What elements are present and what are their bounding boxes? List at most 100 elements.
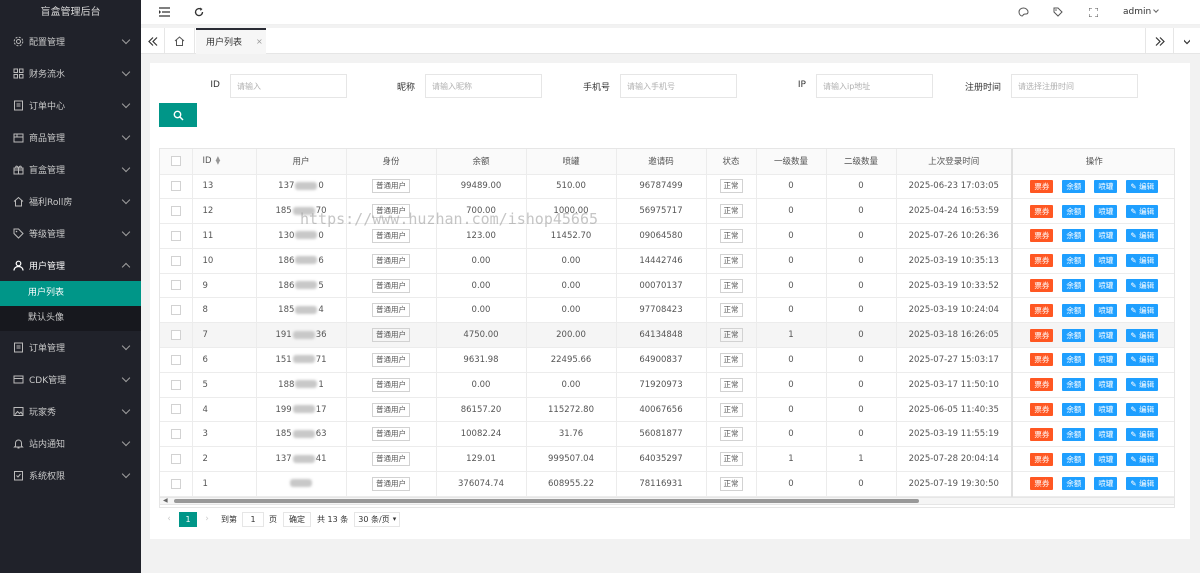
table-row[interactable]: 11 130 0 普通用户 123.00 11452.70 09064580 正常 0 0 2025… — [160, 223, 1174, 249]
edit-button[interactable]: ✎ 编辑 — [1126, 427, 1159, 441]
edit-button[interactable]: ✎ 编辑 — [1126, 403, 1159, 417]
sidebar-item-3[interactable]: 商品管理 — [0, 121, 141, 153]
spray-button[interactable]: 喷罐 — [1094, 378, 1118, 392]
scroll-thumb[interactable] — [174, 499, 919, 503]
next-page-icon[interactable]: › — [197, 514, 217, 524]
ticket-button[interactable]: 票券 — [1030, 204, 1054, 218]
table-row[interactable]: 7 191 36 普通用户 4750.00 200.00 64134848 正常 1 0 2025-… — [160, 322, 1174, 349]
row-checkbox[interactable] — [170, 404, 181, 415]
balance-button[interactable]: 余额 — [1062, 279, 1086, 293]
id-input[interactable] — [230, 74, 347, 98]
balance-button[interactable]: 余额 — [1062, 378, 1086, 392]
table-row[interactable]: 6 151 71 普通用户 9631.98 22495.66 64900837 正常 0 0 202… — [160, 347, 1174, 373]
table-row[interactable]: 4 199 17 普通用户 86157.20 115272.80 40067656 正常 0 0 2… — [160, 397, 1174, 423]
prev-page-icon[interactable]: ‹ — [159, 514, 179, 524]
sidebar-item-5[interactable]: 福利Roll房 — [0, 185, 141, 217]
sidebar-item-1[interactable]: 财务流水 — [0, 57, 141, 89]
sidebar-item-9[interactable]: CDK管理 — [0, 363, 141, 395]
sort-icon[interactable]: ▲ ▼ — [216, 155, 221, 165]
row-checkbox[interactable] — [170, 354, 181, 365]
sidebar-item-6[interactable]: 等级管理 — [0, 217, 141, 249]
scroll-left-icon[interactable]: ◀ — [163, 497, 168, 504]
row-checkbox[interactable] — [170, 305, 181, 316]
sidebar-subitem-0[interactable]: 用户列表 — [0, 281, 141, 306]
sidebar-item-10[interactable]: 玩家秀 — [0, 395, 141, 427]
balance-button[interactable]: 余额 — [1062, 427, 1086, 441]
ticket-button[interactable]: 票券 — [1030, 477, 1054, 491]
spray-button[interactable]: 喷罐 — [1094, 403, 1118, 417]
spray-button[interactable]: 喷罐 — [1094, 452, 1118, 466]
theme-icon[interactable] — [1017, 6, 1029, 18]
column-id[interactable]: ID ▲ ▼ — [192, 149, 257, 175]
regtime-input[interactable] — [1011, 74, 1138, 98]
spray-button[interactable]: 喷罐 — [1094, 254, 1118, 268]
edit-button[interactable]: ✎ 编辑 — [1126, 204, 1159, 218]
balance-button[interactable]: 余额 — [1062, 179, 1086, 193]
ticket-button[interactable]: 票券 — [1030, 179, 1054, 193]
ticket-button[interactable]: 票券 — [1030, 279, 1054, 293]
tabs-scroll-left-icon[interactable] — [141, 28, 165, 54]
table-row[interactable]: 1 普通用户 376074.74 608955.22 78116931 正常 0 0 2025-… — [160, 471, 1174, 497]
table-row[interactable]: 10 186 6 普通用户 0.00 0.00 14442746 正常 0 0 2025-03-19… — [160, 248, 1174, 274]
sidebar-item-0[interactable]: 配置管理 — [0, 25, 141, 57]
table-row[interactable]: 3 185 63 普通用户 10082.24 31.76 56081877 正常 0 0 2025-… — [160, 421, 1174, 448]
tabs-scroll-right-icon[interactable] — [1145, 28, 1173, 54]
table-row[interactable]: 13 137 0 普通用户 99489.00 510.00 96787499 正常 0 0 2025… — [160, 174, 1174, 200]
sidebar-item-11[interactable]: 站内通知 — [0, 427, 141, 459]
ticket-button[interactable]: 票券 — [1030, 254, 1054, 268]
balance-button[interactable]: 余额 — [1062, 452, 1086, 466]
refresh-icon[interactable] — [193, 6, 205, 18]
home-icon[interactable] — [165, 28, 195, 54]
edit-button[interactable]: ✎ 编辑 — [1126, 229, 1159, 243]
sidebar-item-7[interactable]: 用户管理 — [0, 249, 141, 281]
horizontal-scrollbar[interactable]: ◀ — [159, 497, 1175, 505]
spray-button[interactable]: 喷罐 — [1094, 229, 1118, 243]
edit-button[interactable]: ✎ 编辑 — [1126, 477, 1159, 491]
edit-button[interactable]: ✎ 编辑 — [1126, 254, 1159, 268]
table-row[interactable]: 8 185 4 普通用户 0.00 0.00 97708423 正常 0 0 2025-03-19 … — [160, 297, 1174, 324]
balance-button[interactable]: 余额 — [1062, 403, 1086, 417]
menu-toggle-icon[interactable] — [158, 6, 170, 18]
ticket-button[interactable]: 票券 — [1030, 452, 1054, 466]
ticket-button[interactable]: 票券 — [1030, 427, 1054, 441]
ticket-button[interactable]: 票券 — [1030, 353, 1054, 367]
row-checkbox[interactable] — [170, 329, 181, 340]
user-menu[interactable]: admin — [1123, 7, 1160, 17]
edit-button[interactable]: ✎ 编辑 — [1126, 279, 1159, 293]
spray-button[interactable]: 喷罐 — [1094, 204, 1118, 218]
sidebar-item-8[interactable]: 订单管理 — [0, 331, 141, 363]
close-icon[interactable]: × — [256, 37, 263, 46]
row-checkbox[interactable] — [170, 280, 181, 291]
edit-button[interactable]: ✎ 编辑 — [1126, 378, 1159, 392]
confirm-button[interactable]: 确定 — [283, 511, 311, 527]
spray-button[interactable]: 喷罐 — [1094, 279, 1118, 293]
ip-input[interactable] — [816, 74, 933, 98]
balance-button[interactable]: 余额 — [1062, 328, 1086, 342]
edit-button[interactable]: ✎ 编辑 — [1126, 303, 1159, 317]
sidebar-subitem-1[interactable]: 默认头像 — [0, 306, 141, 331]
per-page-select[interactable]: 30 条/页 ▾ — [354, 511, 401, 527]
goto-page-input[interactable] — [242, 511, 264, 527]
balance-button[interactable]: 余额 — [1062, 204, 1086, 218]
spray-button[interactable]: 喷罐 — [1094, 303, 1118, 317]
balance-button[interactable]: 余额 — [1062, 229, 1086, 243]
sidebar-item-12[interactable]: 系统权限 — [0, 459, 141, 491]
row-checkbox[interactable] — [170, 181, 181, 192]
edit-button[interactable]: ✎ 编辑 — [1126, 353, 1159, 367]
ticket-button[interactable]: 票券 — [1030, 328, 1054, 342]
tab-user-list[interactable]: 用户列表 × — [196, 28, 266, 54]
row-checkbox[interactable] — [170, 429, 181, 440]
sidebar-item-2[interactable]: 订单中心 — [0, 89, 141, 121]
edit-button[interactable]: ✎ 编辑 — [1126, 328, 1159, 342]
row-checkbox[interactable] — [170, 205, 181, 216]
fullscreen-icon[interactable] — [1087, 6, 1099, 18]
ticket-button[interactable]: 票券 — [1030, 403, 1054, 417]
search-button[interactable] — [159, 103, 197, 127]
current-page[interactable]: 1 — [179, 511, 197, 527]
ticket-button[interactable]: 票券 — [1030, 229, 1054, 243]
row-checkbox[interactable] — [170, 379, 181, 390]
edit-button[interactable]: ✎ 编辑 — [1126, 452, 1159, 466]
ticket-button[interactable]: 票券 — [1030, 378, 1054, 392]
tabs-more-icon[interactable] — [1173, 28, 1200, 54]
row-checkbox[interactable] — [170, 478, 181, 489]
